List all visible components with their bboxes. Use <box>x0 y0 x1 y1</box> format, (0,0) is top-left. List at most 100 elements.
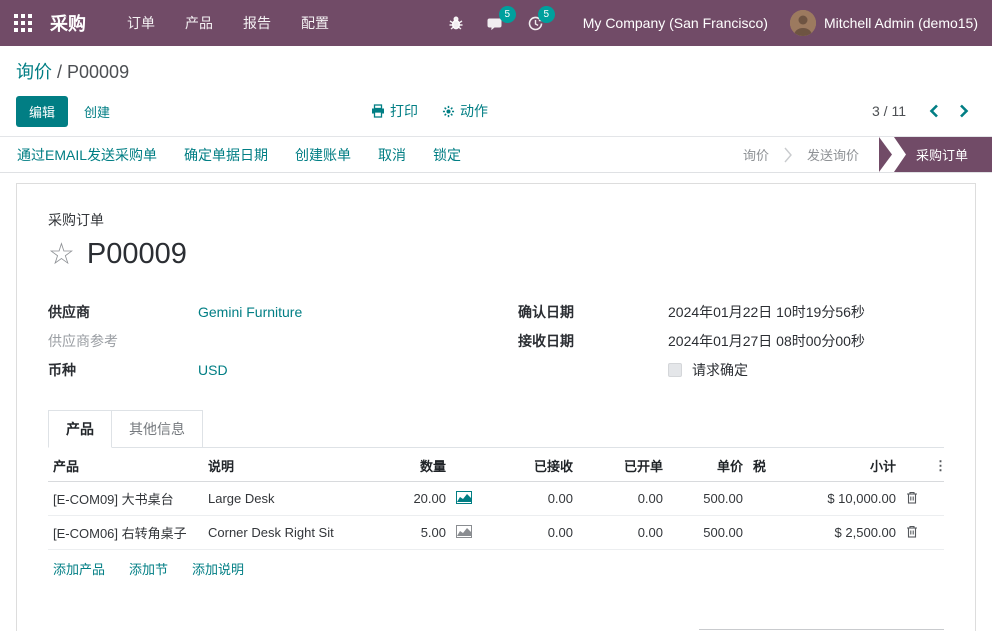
step-purchase-order[interactable]: 采购订单 <box>894 137 992 172</box>
confirmation-date-label: 确认日期 <box>518 302 668 322</box>
header-description: 说明 <box>203 448 393 482</box>
line-add-links: 添加产品 添加节 添加说明 <box>48 550 944 587</box>
cell-subtotal: $ 2,500.00 <box>786 516 901 550</box>
printer-icon <box>371 104 385 118</box>
cell-received: 0.00 <box>483 482 578 516</box>
step-rfq-sent[interactable]: 发送询价 <box>793 137 873 172</box>
cell-unit-price: 500.00 <box>668 482 748 516</box>
favorite-star-icon[interactable]: ☆ <box>48 240 75 270</box>
add-product-link[interactable]: 添加产品 <box>53 559 105 578</box>
activities-clock-icon[interactable]: 5 <box>516 15 555 32</box>
activities-badge: 5 <box>538 6 555 23</box>
forecast-chart-icon[interactable] <box>456 525 472 538</box>
pager: 3 / 11 <box>872 102 976 120</box>
create-bill-button[interactable]: 创建账单 <box>295 145 351 165</box>
order-line-row[interactable]: [E-COM06] 右转角桌子 Corner Desk Right Sit 5.… <box>48 516 944 550</box>
currency-label: 币种 <box>48 360 198 380</box>
top-navbar: 采购 订单 产品 报告 配置 5 <box>0 0 992 46</box>
receipt-date-label: 接收日期 <box>518 331 668 351</box>
cancel-button[interactable]: 取消 <box>378 145 406 165</box>
step-arrowhead-icon <box>879 137 892 172</box>
cell-description: Large Desk <box>203 482 393 516</box>
order-lines-table: 产品 说明 数量 已接收 已开单 单价 税 小计 ⋮ [E-COM09] 大书桌… <box>48 448 944 550</box>
create-button[interactable]: 创建 <box>84 102 110 121</box>
table-header-row: 产品 说明 数量 已接收 已开单 单价 税 小计 ⋮ <box>48 448 944 482</box>
user-menu[interactable]: Mitchell Admin (demo15) <box>790 10 992 36</box>
user-name: Mitchell Admin (demo15) <box>824 15 978 31</box>
step-chevron-icon <box>783 137 793 172</box>
header-billed: 已开单 <box>578 448 668 482</box>
gear-icon <box>442 105 455 118</box>
header-subtotal: 小计 <box>786 448 901 482</box>
statusbar: 通过EMAIL发送采购单 确定单据日期 创建账单 取消 锁定 询价 发送询价 采… <box>0 136 992 173</box>
cell-unit-price: 500.00 <box>668 516 748 550</box>
messages-badge: 5 <box>499 6 516 23</box>
delete-line-trash-icon[interactable] <box>906 491 918 504</box>
app-name[interactable]: 采购 <box>50 10 86 36</box>
menu-reporting[interactable]: 报告 <box>228 0 286 46</box>
notebook-tabs: 产品 其他信息 <box>48 410 944 448</box>
tab-other-info[interactable]: 其他信息 <box>112 410 203 448</box>
forecast-chart-icon[interactable] <box>456 491 472 504</box>
breadcrumb-separator: / <box>52 62 67 82</box>
breadcrumb-current: P00009 <box>67 62 129 82</box>
step-rfq[interactable]: 询价 <box>729 137 783 172</box>
menu-configuration[interactable]: 配置 <box>286 0 344 46</box>
control-panel: 询价 / P00009 编辑 创建 打印 <box>0 46 992 126</box>
company-switcher[interactable]: My Company (San Francisco) <box>583 15 768 31</box>
cell-taxes <box>748 482 786 516</box>
currency-value-link[interactable]: USD <box>198 362 228 378</box>
header-product: 产品 <box>48 448 203 482</box>
pager-previous-icon[interactable] <box>922 102 946 120</box>
confirm-date-button[interactable]: 确定单据日期 <box>184 145 268 165</box>
user-avatar <box>790 10 816 36</box>
ask-confirmation-checkbox[interactable] <box>668 363 682 377</box>
ask-confirmation-label: 请求确定 <box>692 360 748 380</box>
add-section-link[interactable]: 添加节 <box>129 559 168 578</box>
statusbar-buttons: 通过EMAIL发送采购单 确定单据日期 创建账单 取消 锁定 <box>0 137 461 172</box>
cell-quantity: 5.00 <box>393 516 451 550</box>
pager-next-icon[interactable] <box>952 102 976 120</box>
order-line-row[interactable]: [E-COM09] 大书桌台 Large Desk 20.00 0.00 0.0… <box>48 482 944 516</box>
pager-count: 3 / 11 <box>872 103 906 119</box>
print-label: 打印 <box>390 101 418 121</box>
vendor-value-link[interactable]: Gemini Furniture <box>198 304 302 320</box>
menu-products[interactable]: 产品 <box>170 0 228 46</box>
apps-grid-icon[interactable] <box>0 14 46 32</box>
breadcrumb-parent-link[interactable]: 询价 <box>16 62 52 82</box>
lock-button[interactable]: 锁定 <box>433 145 461 165</box>
menu-orders[interactable]: 订单 <box>112 0 170 46</box>
edit-button[interactable]: 编辑 <box>16 96 68 127</box>
delete-line-trash-icon[interactable] <box>906 525 918 538</box>
statusbar-steps: 询价 发送询价 采购订单 <box>729 137 992 172</box>
print-menu-button[interactable]: 打印 <box>371 101 418 121</box>
cell-quantity: 20.00 <box>393 482 451 516</box>
odoo-purchase-form-screen: 采购 订单 产品 报告 配置 5 <box>0 0 992 631</box>
cell-billed: 0.00 <box>578 482 668 516</box>
header-unit-price: 单价 <box>668 448 748 482</box>
control-panel-buttons-row: 编辑 创建 打印 <box>16 96 976 126</box>
confirmation-date-value: 2024年01月22日 10时19分56秒 <box>668 302 865 322</box>
doc-type-label: 采购订单 <box>48 210 944 230</box>
send-by-email-button[interactable]: 通过EMAIL发送采购单 <box>17 145 157 165</box>
cell-product: [E-COM06] 右转角桌子 <box>48 516 203 550</box>
action-menu-button[interactable]: 动作 <box>442 101 488 121</box>
add-note-link[interactable]: 添加说明 <box>192 559 244 578</box>
document-title: P00009 <box>87 238 187 271</box>
header-received: 已接收 <box>483 448 578 482</box>
tab-products[interactable]: 产品 <box>48 410 112 448</box>
breadcrumb: 询价 / P00009 <box>16 58 976 84</box>
header-taxes: 税 <box>748 448 786 482</box>
form-sheet: 采购订单 ☆ P00009 供应商 Gemini Furniture 供应商参考… <box>16 183 976 631</box>
messages-icon[interactable]: 5 <box>475 15 516 32</box>
cell-product: [E-COM09] 大书桌台 <box>48 482 203 516</box>
debug-bug-icon[interactable] <box>437 15 475 31</box>
field-group: 供应商 Gemini Furniture 供应商参考 币种 USD 确认日期 2… <box>48 297 944 384</box>
cell-billed: 0.00 <box>578 516 668 550</box>
optional-columns-icon[interactable]: ⋮ <box>929 448 944 482</box>
cell-subtotal: $ 10,000.00 <box>786 482 901 516</box>
receipt-date-value: 2024年01月27日 08时00分00秒 <box>668 331 865 351</box>
action-label: 动作 <box>460 101 488 121</box>
systray: 5 5 <box>437 15 555 32</box>
vendor-label: 供应商 <box>48 302 198 322</box>
